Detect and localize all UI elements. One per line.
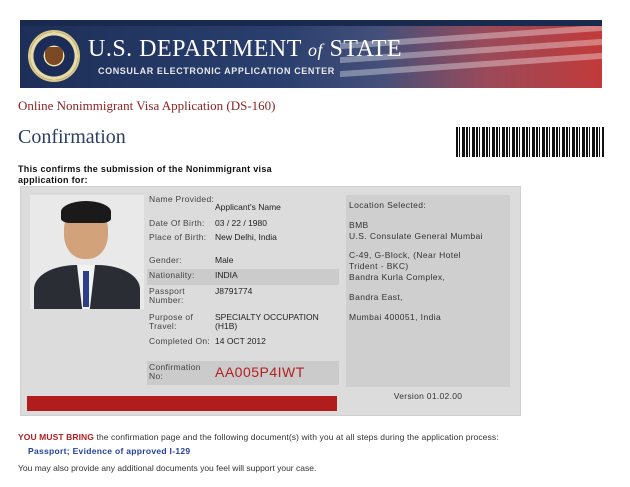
banner-title: U.S. DEPARTMENT of STATE bbox=[88, 36, 402, 63]
required-documents: Passport; Evidence of approved I-129 bbox=[28, 446, 191, 456]
field-value: 03 / 22 / 1980 bbox=[215, 218, 267, 228]
field-value: J8791774 bbox=[215, 286, 253, 296]
additional-documents-note: You may also provide any additional docu… bbox=[18, 463, 317, 473]
must-bring-label: YOU MUST BRING bbox=[18, 432, 95, 442]
field-value: New Delhi, India bbox=[215, 232, 277, 242]
must-bring-text: the confirmation page and the following … bbox=[94, 432, 499, 442]
field-value: Applicant's Name bbox=[215, 202, 281, 212]
barcode bbox=[456, 127, 604, 157]
confirmation-card: Name Provided: Applicant's Name Date Of … bbox=[20, 186, 521, 416]
header-banner: U.S. DEPARTMENT of STATE CONSULAR ELECTR… bbox=[20, 20, 602, 88]
application-title: Online Nonimmigrant Visa Application (DS… bbox=[18, 98, 276, 113]
field-completed: Completed On: 14 OCT 2012 bbox=[147, 337, 339, 361]
version-label: Version 01.02.00 bbox=[393, 391, 463, 401]
field-value: 14 OCT 2012 bbox=[215, 336, 266, 346]
field-label: Passport Number: bbox=[149, 286, 185, 305]
location-address-line: Bandra Kurla Complex, bbox=[349, 272, 446, 282]
location-address-line: Mumbai 400051, India bbox=[349, 312, 442, 322]
banner-title-main: U.S. DEPARTMENT bbox=[88, 36, 302, 62]
field-gender: Gender: Male bbox=[147, 256, 339, 269]
confirmation-number: AA005P4IWT bbox=[215, 364, 305, 380]
photo-hair bbox=[61, 201, 111, 223]
applicant-details: Name Provided: Applicant's Name Date Of … bbox=[147, 195, 339, 385]
field-confirmation: Confirmation No: AA005P4IWT bbox=[147, 361, 339, 385]
location-heading: Location Selected: bbox=[349, 200, 427, 210]
field-label: Nationality: bbox=[149, 270, 195, 280]
location-address-line: Trident - BKC) bbox=[349, 261, 409, 271]
intro-text: This confirms the submission of the Noni… bbox=[18, 164, 272, 185]
field-name: Name Provided: Applicant's Name bbox=[147, 195, 339, 219]
location-address-line: Bandra East, bbox=[349, 292, 403, 302]
location-code: BMB bbox=[349, 220, 369, 230]
field-dob: Date Of Birth: 03 / 22 / 1980 bbox=[147, 219, 339, 233]
field-value: SPECIALTY OCCUPATION (H1B) bbox=[215, 312, 319, 331]
banner-title-of: of bbox=[307, 40, 323, 60]
field-label: Completed On: bbox=[149, 336, 211, 346]
photo-tie bbox=[83, 271, 89, 307]
applicant-photo bbox=[30, 195, 144, 309]
field-value: INDIA bbox=[215, 270, 238, 280]
must-bring-notice: YOU MUST BRING the confirmation page and… bbox=[18, 432, 499, 442]
field-nationality: Nationality: INDIA bbox=[147, 269, 339, 285]
page-title: Confirmation bbox=[18, 126, 126, 148]
field-label: Gender: bbox=[149, 255, 182, 265]
field-value: Male bbox=[215, 255, 234, 265]
field-birthplace: Place of Birth: New Delhi, India bbox=[147, 233, 339, 256]
banner-subtitle: CONSULAR ELECTRONIC APPLICATION CENTER bbox=[98, 66, 335, 76]
status-bar bbox=[27, 396, 337, 411]
field-label: Date Of Birth: bbox=[149, 218, 205, 228]
eagle-icon bbox=[45, 47, 63, 65]
field-purpose: Purpose of Travel: SPECIALTY OCCUPATION … bbox=[147, 313, 339, 337]
field-label: Confirmation No: bbox=[149, 362, 201, 381]
location-address-line: C-49, G-Block, (Near Hotel bbox=[349, 250, 461, 260]
location-name: U.S. Consulate General Mumbai bbox=[349, 231, 483, 241]
banner-title-end: STATE bbox=[329, 36, 403, 62]
field-label: Purpose of Travel: bbox=[149, 312, 194, 331]
state-department-seal-icon bbox=[28, 30, 80, 82]
location-panel: Location Selected: BMB U.S. Consulate Ge… bbox=[346, 195, 510, 387]
field-label: Name Provided: bbox=[149, 194, 215, 204]
field-label: Place of Birth: bbox=[149, 232, 207, 242]
field-passport: Passport Number: J8791774 bbox=[147, 285, 339, 313]
